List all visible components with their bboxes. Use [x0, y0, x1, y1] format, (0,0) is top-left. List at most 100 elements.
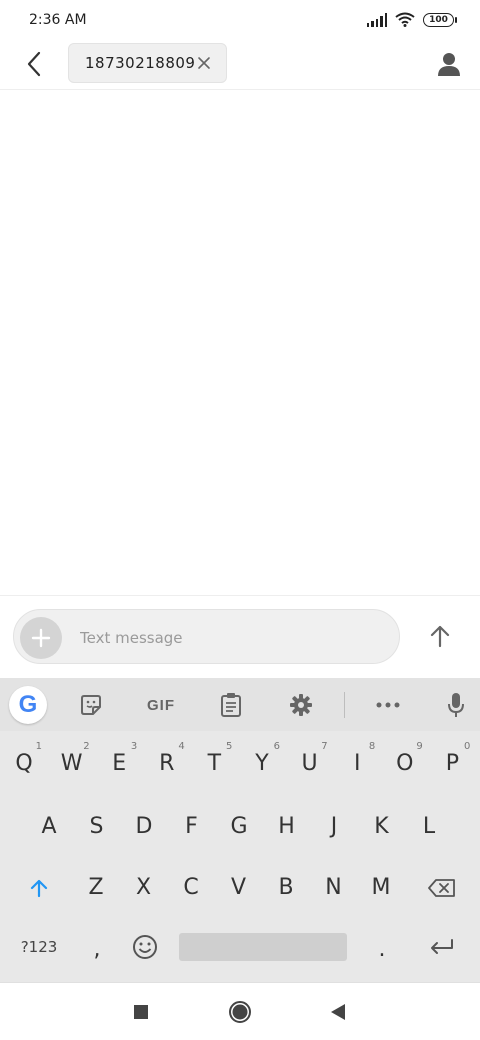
clipboard-button[interactable] [213, 687, 249, 723]
key-d[interactable]: D [124, 804, 164, 848]
send-button[interactable] [420, 616, 460, 656]
key-label: D [135, 813, 153, 839]
key-v[interactable]: V [219, 865, 259, 909]
microphone-icon [448, 693, 464, 717]
key-e[interactable]: E3 [99, 741, 139, 785]
status-bar: 2:36 AM 100 [0, 0, 480, 42]
recents-square-icon [134, 1005, 148, 1019]
recipient-chip[interactable]: 18730218809 [68, 43, 227, 83]
key-z[interactable]: Z [76, 865, 116, 909]
emoji-smile-icon [133, 935, 157, 959]
nav-back-button[interactable] [325, 999, 351, 1025]
enter-arrow-icon [431, 939, 453, 954]
key-b[interactable]: B [266, 865, 306, 909]
system-nav-bar [0, 982, 480, 1040]
key-hint: 6 [273, 741, 280, 752]
gif-icon: GIF [147, 696, 175, 714]
key-x[interactable]: X [124, 865, 164, 909]
key-hint: 2 [83, 741, 90, 752]
message-input[interactable] [80, 610, 380, 665]
key-o[interactable]: O9 [385, 741, 425, 785]
recents-button[interactable] [128, 999, 154, 1025]
key-label: O [396, 750, 414, 776]
toolbar-separator [344, 692, 345, 718]
space-key[interactable] [179, 933, 347, 961]
back-arrow-icon [27, 51, 41, 77]
shift-key[interactable] [19, 870, 59, 906]
contact-button[interactable] [432, 47, 466, 81]
attach-button[interactable] [20, 617, 62, 659]
backspace-key[interactable] [420, 870, 464, 906]
key-hint: 0 [464, 741, 471, 752]
key-label: Q [15, 750, 33, 776]
key-label: N [325, 874, 342, 900]
battery-icon: 100 [423, 12, 457, 27]
key-hint: 3 [130, 741, 138, 752]
voice-input-button[interactable] [438, 687, 474, 723]
back-triangle-icon [331, 1004, 345, 1020]
key-k[interactable]: K [362, 804, 402, 848]
key-label: F [185, 813, 198, 839]
key-label: P [445, 750, 460, 776]
symbols-key[interactable]: ?123 [14, 929, 64, 965]
key-h[interactable]: H [267, 804, 307, 848]
key-i[interactable]: I8 [337, 741, 377, 785]
key-m[interactable]: M [361, 865, 401, 909]
key-hint: 8 [368, 741, 376, 752]
key-label: B [278, 874, 294, 900]
key-j[interactable]: J [314, 804, 354, 848]
more-button[interactable] [370, 687, 406, 723]
key-p[interactable]: P0 [432, 741, 472, 785]
key-y[interactable]: Y6 [242, 741, 282, 785]
key-w[interactable]: W2 [52, 741, 92, 785]
comma-key[interactable]: , [84, 929, 110, 969]
backspace-icon [428, 879, 455, 897]
key-label: J [330, 813, 338, 839]
settings-button[interactable] [283, 687, 319, 723]
key-f[interactable]: F [172, 804, 212, 848]
enter-key[interactable] [422, 929, 462, 965]
key-t[interactable]: T5 [194, 741, 234, 785]
compose-divider [0, 595, 480, 596]
gif-button[interactable]: GIF [143, 687, 179, 723]
sticker-button[interactable] [73, 687, 109, 723]
key-a[interactable]: A [29, 804, 69, 848]
key-label: I [353, 750, 361, 776]
plus-icon [31, 628, 51, 648]
key-g[interactable]: G [219, 804, 259, 848]
key-s[interactable]: S [77, 804, 117, 848]
key-label: K [374, 813, 389, 839]
keyboard-toolbar: G GIF [0, 678, 480, 731]
status-time: 2:36 AM [29, 12, 87, 28]
emoji-key[interactable] [128, 929, 162, 965]
home-button[interactable] [227, 999, 253, 1025]
key-l[interactable]: L [409, 804, 449, 848]
status-icons: 100 [366, 12, 457, 27]
google-search-button[interactable]: G [9, 686, 47, 724]
key-r[interactable]: R4 [147, 741, 187, 785]
wifi-icon [395, 12, 415, 27]
sticker-icon [81, 695, 101, 715]
key-label: U [301, 750, 318, 776]
key-n[interactable]: N [314, 865, 354, 909]
send-arrow-icon [430, 625, 450, 648]
signal-icon [366, 12, 387, 27]
key-label: W [60, 750, 83, 776]
key-q[interactable]: Q1 [4, 741, 44, 785]
contact-person-icon [438, 53, 460, 76]
close-icon[interactable] [196, 55, 212, 71]
clipboard-icon [221, 693, 241, 717]
back-button[interactable] [18, 48, 50, 80]
key-label: X [135, 874, 152, 900]
home-circle-icon [229, 1001, 251, 1023]
key-hint: 5 [226, 741, 233, 752]
period-key[interactable]: . [369, 929, 395, 969]
key-hint: 9 [416, 741, 423, 752]
key-label: T [207, 750, 222, 776]
more-dots-icon [376, 702, 400, 708]
key-hint: 1 [35, 741, 42, 752]
shift-arrow-icon [30, 879, 48, 898]
key-c[interactable]: C [171, 865, 211, 909]
message-list [0, 91, 480, 595]
key-u[interactable]: U7 [290, 741, 330, 785]
